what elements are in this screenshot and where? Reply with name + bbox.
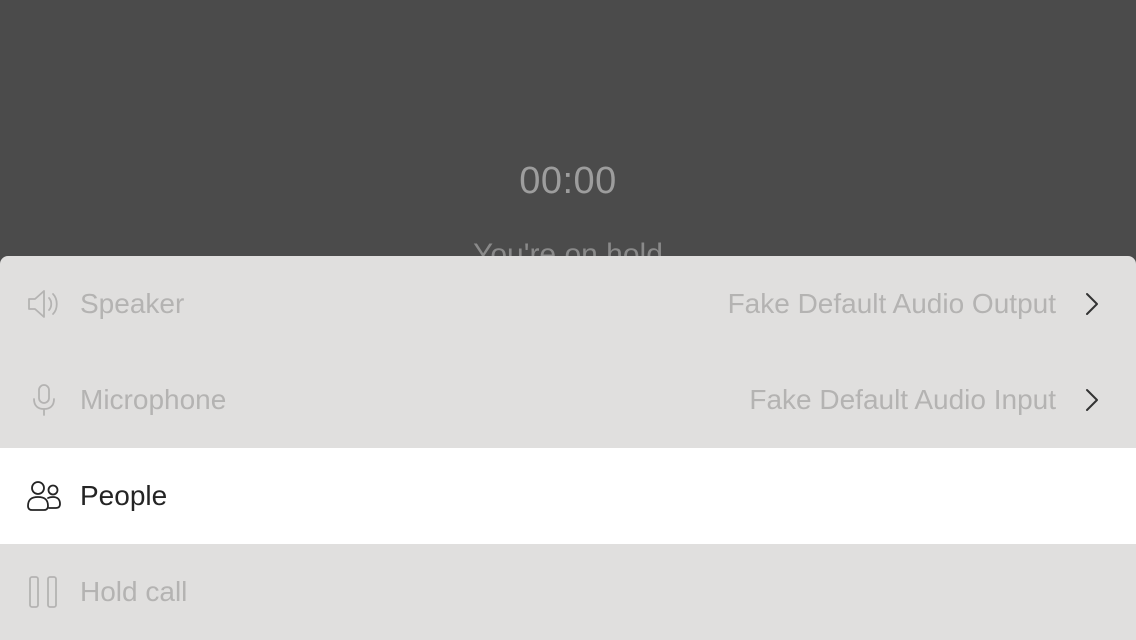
speaker-device-value: Fake Default Audio Output bbox=[727, 288, 1056, 319]
microphone-device-value: Fake Default Audio Input bbox=[749, 384, 1056, 415]
chevron-right-icon bbox=[1086, 389, 1098, 411]
menu-item-label: People bbox=[80, 480, 168, 511]
speaker-icon bbox=[28, 290, 58, 318]
menu-item-label: Microphone bbox=[80, 384, 227, 415]
menu-item-label: Hold call bbox=[80, 576, 188, 607]
pause-icon bbox=[29, 576, 57, 608]
menu-item-hold-call[interactable]: Hold call bbox=[0, 544, 1136, 640]
menu-item-people[interactable]: People bbox=[0, 448, 1136, 544]
call-timer: 00:00 bbox=[519, 160, 617, 202]
microphone-icon bbox=[33, 384, 55, 416]
menu-item-speaker[interactable]: Speaker Fake Default Audio Output bbox=[0, 256, 1136, 352]
call-options-sheet: Speaker Fake Default Audio Output Microp… bbox=[0, 256, 1136, 640]
chevron-right-icon bbox=[1086, 293, 1098, 315]
menu-item-microphone[interactable]: Microphone Fake Default Audio Input bbox=[0, 352, 1136, 448]
people-icon bbox=[27, 481, 61, 511]
menu-item-label: Speaker bbox=[80, 288, 185, 319]
call-screen: 00:00 You're on hold Speaker Fake Defaul… bbox=[0, 0, 1136, 640]
